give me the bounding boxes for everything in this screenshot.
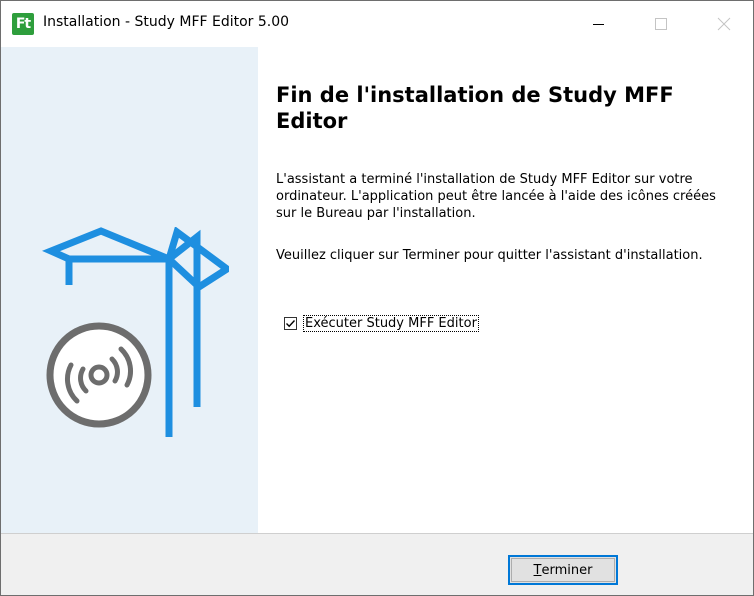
page-title: Fin de l'installation de Study MFF Edito… [276, 83, 674, 133]
maximize-icon [655, 18, 667, 30]
checkbox-box[interactable] [284, 316, 297, 330]
app-icon: Ft [12, 13, 34, 35]
installer-window: Ft Installation - Study MFF Editor 5.00 [0, 0, 754, 596]
maximize-button [638, 1, 684, 47]
close-icon [717, 17, 731, 31]
wizard-content: Fin de l'installation de Study MFF Edito… [258, 47, 753, 533]
finish-button-mnemonic: T [533, 562, 542, 578]
completion-message: L'assistant a terminé l'installation de … [276, 172, 716, 221]
wizard-sidebar [1, 47, 258, 533]
close-button [701, 1, 747, 47]
finish-button-label: erminer [541, 562, 593, 578]
title-bar[interactable]: Ft Installation - Study MFF Editor 5.00 [1, 1, 753, 47]
checkbox-label[interactable]: Exécuter Study MFF Editor [303, 314, 479, 332]
finish-button-inner: Terminer [511, 558, 615, 582]
box-disc-illustration [42, 227, 229, 437]
window-title: Installation - Study MFF Editor 5.00 [43, 14, 290, 30]
checkmark-icon [286, 319, 296, 327]
wizard-footer: Terminer [1, 534, 753, 595]
minimize-button[interactable] [575, 1, 621, 47]
finish-button[interactable]: Terminer [508, 555, 618, 585]
minimize-icon [593, 24, 604, 25]
finish-instruction: Veuillez cliquer sur Terminer pour quitt… [276, 248, 703, 263]
run-app-checkbox[interactable]: Exécuter Study MFF Editor [284, 313, 479, 333]
